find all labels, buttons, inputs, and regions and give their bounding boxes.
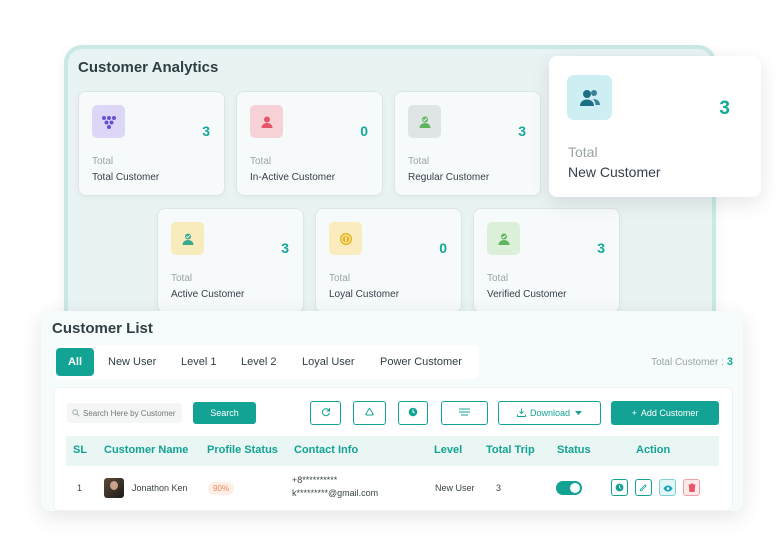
history-button[interactable] [398,401,428,425]
stat-card-inactive-customer[interactable]: 0 Total In-Active Customer [236,91,383,196]
tab-power-customer[interactable]: Power Customer [380,345,462,379]
view-action-button[interactable] [659,479,676,496]
user-icon [250,105,283,138]
filter-button[interactable] [441,401,488,425]
customer-filter-tabs: All New User Level 1 Level 2 Loyal User … [55,345,479,379]
recycle-icon [364,407,375,419]
recycle-button[interactable] [353,401,386,425]
table-header: SL Customer Name Profile Status Contact … [66,436,719,466]
users-icon [567,75,612,120]
refresh-icon [321,407,331,419]
stat-value: 3 [518,123,526,139]
edit-action-button[interactable] [635,479,652,496]
search-icon [72,404,80,422]
stat-card-loyal-customer[interactable]: 0 Total Loyal Customer [315,208,462,313]
tab-new-user[interactable]: New User [108,345,156,379]
grid-dots-icon [92,105,125,138]
tab-level-2[interactable]: Level 2 [241,345,276,379]
customer-list-title: Customer List [52,320,153,337]
column-header: Total Trip [486,444,535,456]
download-dropdown[interactable]: Download [498,401,601,425]
caret-down-icon [575,408,583,418]
refresh-button[interactable] [310,401,341,425]
delete-action-button[interactable] [683,479,700,496]
coin-icon [329,222,362,255]
cell-customer-name[interactable]: Jonathon Ken [132,483,188,493]
column-header: Status [557,444,591,456]
stat-value: 3 [202,123,210,139]
add-customer-label: Add Customer [640,408,699,418]
stat-total-label: Total [408,156,430,167]
column-header: Contact Info [294,444,359,456]
stat-label: Regular Customer [408,172,490,183]
stat-card-active-customer[interactable]: 3 Total Active Customer [157,208,304,313]
column-header: Customer Name [104,444,189,456]
eye-icon [663,479,673,497]
stat-value: 3 [719,98,730,119]
stat-total-label: Total [329,273,351,284]
stat-value: 3 [597,240,605,256]
tab-loyal-user[interactable]: Loyal User [302,345,355,379]
stat-total-label: Total [171,273,193,284]
search-input[interactable] [83,408,178,418]
cell-total-trip: 3 [496,483,502,493]
stat-card-verified-customer[interactable]: 3 Total Verified Customer [473,208,620,313]
search-button[interactable]: Search [193,402,256,424]
stat-value: 3 [281,240,289,256]
stat-card-total-customer[interactable]: 3 Total Total Customer [78,91,225,196]
total-customer-count: Total Customer :3 [651,356,733,368]
user-check-icon [171,222,204,255]
column-header: Action [636,444,671,456]
filter-lines-icon [459,408,470,418]
stat-label: Verified Customer [487,289,567,300]
clock-icon [615,479,624,497]
status-toggle[interactable] [556,481,582,495]
pencil-icon [639,479,648,497]
search-box [67,403,182,423]
history-action-button[interactable] [611,479,628,496]
stat-label: In-Active Customer [250,172,336,183]
total-customer-label: Total Customer : [651,357,724,368]
analytics-title: Customer Analytics [78,59,219,76]
clock-icon [408,407,418,419]
cell-sl: 1 [77,483,83,493]
stat-total-label: Total [487,273,509,284]
column-header: SL [73,444,88,456]
cell-email: k*********@gmail.com [292,488,379,498]
avatar [104,478,124,498]
trash-icon [688,479,696,497]
tab-all[interactable]: All [56,348,94,376]
column-header: Profile Status [207,444,278,456]
profile-status-badge: 90% [208,482,235,495]
stat-value: 0 [439,240,447,256]
plus-icon: + [631,408,637,418]
table-row[interactable]: 1 Jonathon Ken 90% +8********** k*******… [66,469,719,507]
stat-label: Total Customer [92,172,160,183]
stat-value: 0 [360,123,368,139]
user-check-icon [408,105,441,138]
add-customer-button[interactable]: + Add Customer [611,401,719,425]
stat-card-new-customer[interactable]: 3 Total New Customer [549,56,761,197]
download-icon [517,408,526,419]
stat-total-label: Total [568,144,598,160]
stat-total-label: Total [92,156,114,167]
stat-card-regular-customer[interactable]: 3 Total Regular Customer [394,91,541,196]
column-header: Level [434,444,463,456]
customer-list-panel: Customer List All New User Level 1 Level… [41,311,743,511]
cell-level: New User [435,483,475,493]
tab-level-1[interactable]: Level 1 [181,345,216,379]
user-verified-icon [487,222,520,255]
stat-label: Active Customer [171,289,245,300]
customer-table-card: Search Download [53,387,733,511]
stat-label: New Customer [568,164,661,180]
stat-label: Loyal Customer [329,289,400,300]
download-label: Download [529,408,571,418]
cell-phone: +8********** [292,475,338,485]
total-customer-value: 3 [726,356,733,368]
stat-total-label: Total [250,156,272,167]
